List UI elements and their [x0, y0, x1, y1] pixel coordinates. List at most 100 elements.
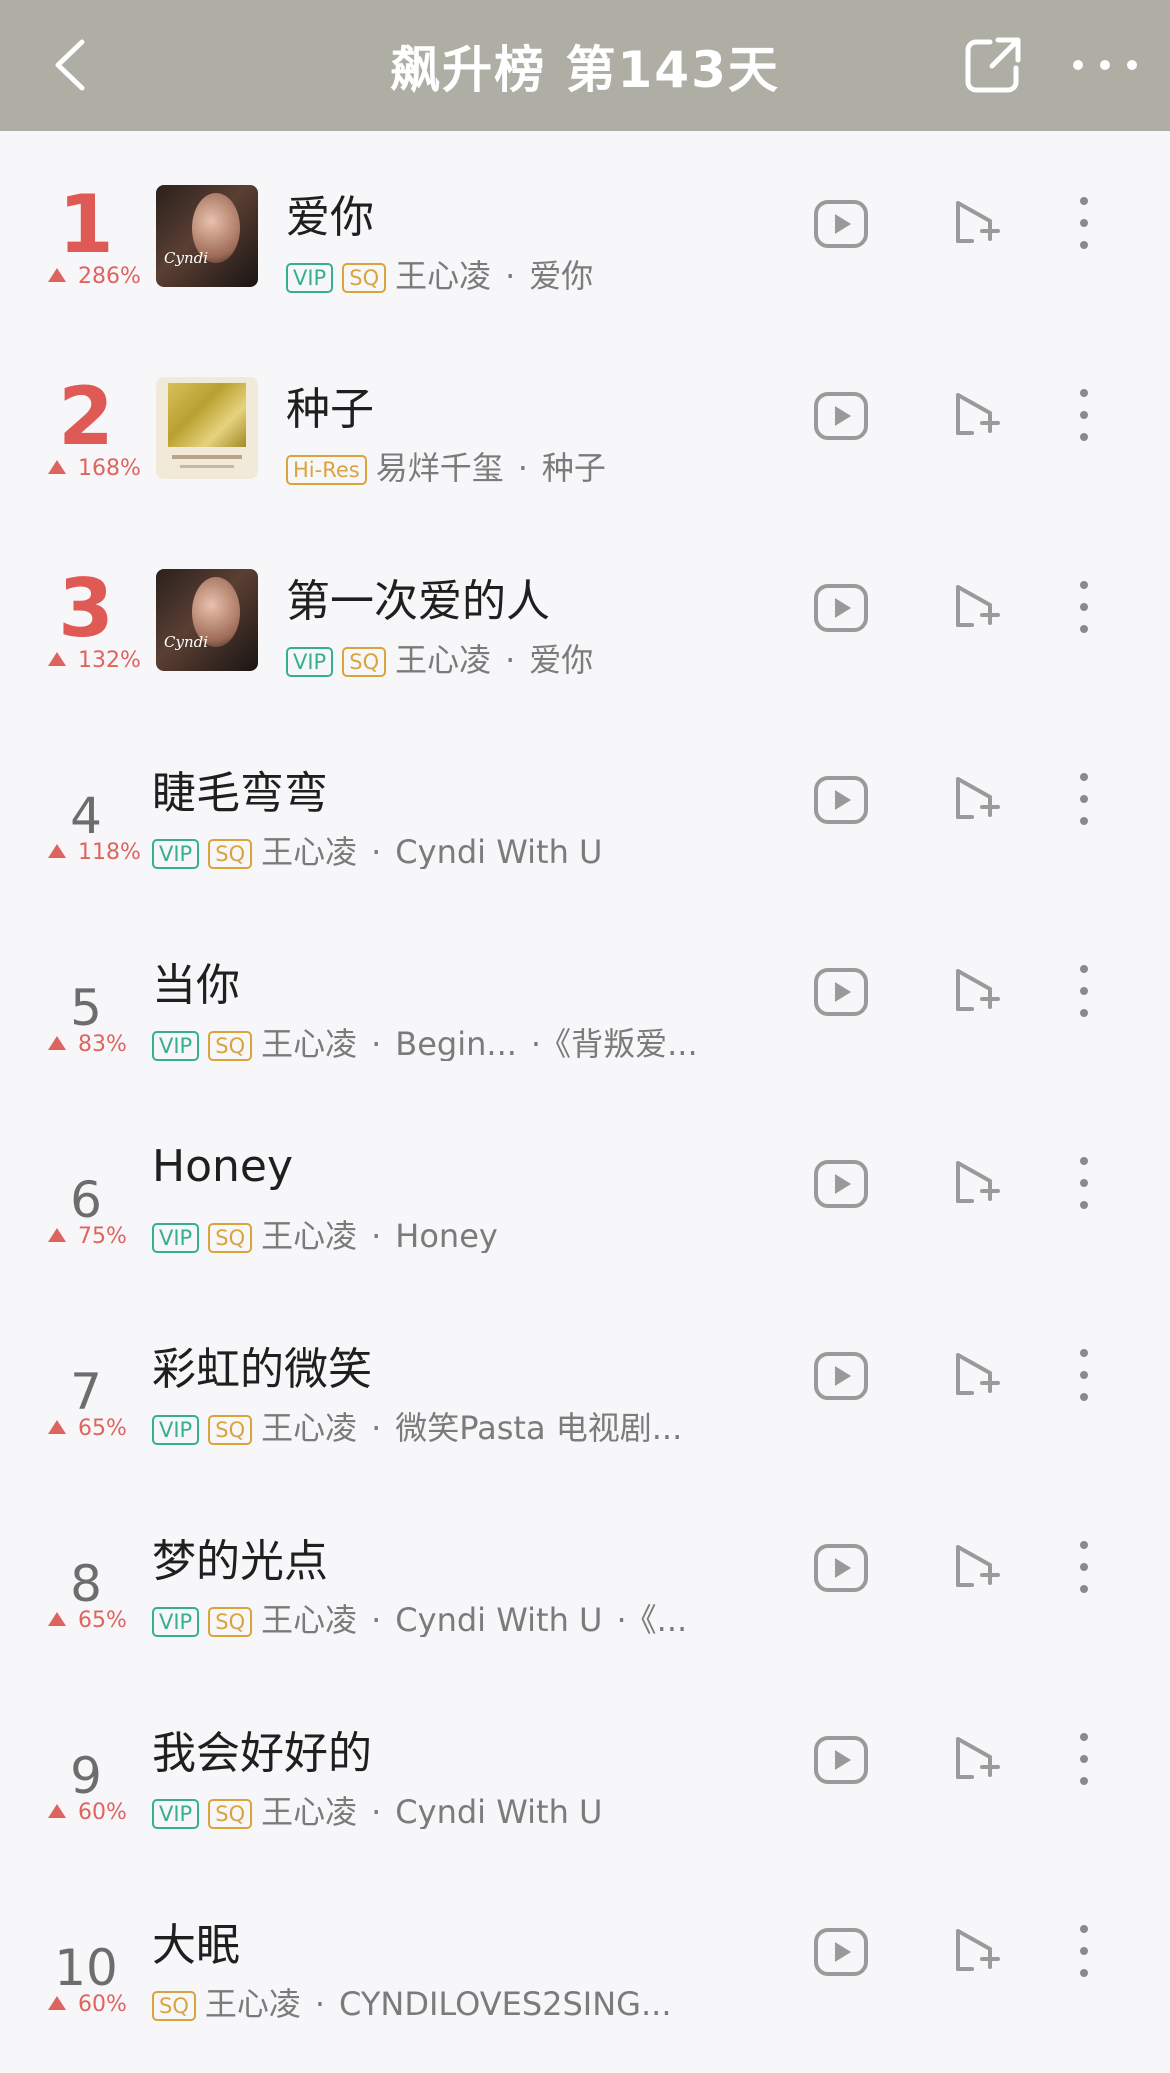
- artist-name[interactable]: 王心凌: [395, 259, 491, 293]
- artist-name[interactable]: 王心凌: [261, 1795, 357, 1829]
- video-play-icon[interactable]: [813, 583, 869, 633]
- artist-name[interactable]: 王心凌: [261, 1027, 357, 1061]
- song-meta: VIP SQ 王心凌 · Begin... · 《背叛爱...: [152, 1027, 800, 1061]
- song-title[interactable]: 彩虹的微笑: [152, 1333, 372, 1397]
- video-play-icon[interactable]: [813, 967, 869, 1017]
- more-vertical-icon[interactable]: [1072, 1345, 1096, 1405]
- rank-number: 10: [54, 1939, 118, 1997]
- change-percent: 286%: [78, 264, 141, 289]
- more-vertical-icon[interactable]: [1072, 1921, 1096, 1981]
- song-title[interactable]: 当你: [152, 949, 240, 1013]
- add-to-playlist-icon[interactable]: [952, 1541, 1000, 1595]
- artist-name[interactable]: 易烊千玺: [376, 451, 504, 485]
- artist-name[interactable]: 王心凌: [261, 1603, 357, 1637]
- video-play-icon[interactable]: [813, 1351, 869, 1401]
- separator: ·: [371, 1027, 382, 1061]
- more-vertical-icon[interactable]: [1072, 769, 1096, 829]
- song-row[interactable]: 3 132% Cyndi 第一次爱的人 VIP SQ 王心凌 · 爱你: [0, 515, 1170, 707]
- add-to-playlist-icon[interactable]: [952, 389, 1000, 443]
- video-play-icon[interactable]: [813, 775, 869, 825]
- artist-name[interactable]: 王心凌: [261, 1411, 357, 1445]
- album-name[interactable]: 种子: [542, 451, 606, 485]
- song-row[interactable]: 7 65% 彩虹的微笑 VIP SQ 王心凌 · 微笑Pasta 电视剧...: [0, 1283, 1170, 1475]
- album-cover[interactable]: Cyndi: [156, 185, 258, 287]
- more-vertical-icon[interactable]: [1072, 1729, 1096, 1789]
- add-to-playlist-icon[interactable]: [952, 1925, 1000, 1979]
- video-play-icon[interactable]: [813, 1543, 869, 1593]
- rank-number: 4: [70, 787, 102, 845]
- song-title[interactable]: 第一次爱的人: [286, 565, 550, 629]
- album-cover[interactable]: [156, 377, 258, 479]
- more-vertical-icon[interactable]: [1072, 1537, 1096, 1597]
- album-name[interactable]: 微笑Pasta 电视剧...: [395, 1411, 682, 1445]
- change-percent: 60%: [78, 1992, 127, 2017]
- song-title[interactable]: 梦的光点: [152, 1525, 328, 1589]
- more-vertical-icon[interactable]: [1072, 193, 1096, 253]
- song-title[interactable]: Honey: [152, 1141, 293, 1192]
- separator: ·: [517, 451, 528, 485]
- album-name[interactable]: Honey: [395, 1219, 498, 1253]
- album-name[interactable]: Cyndi With U: [395, 835, 602, 869]
- album-name[interactable]: Cyndi With U: [395, 1603, 602, 1637]
- video-play-icon[interactable]: [813, 1735, 869, 1785]
- artist-name[interactable]: 王心凌: [261, 1219, 357, 1253]
- share-icon[interactable]: [962, 34, 1024, 96]
- sq-badge: SQ: [342, 263, 387, 293]
- video-play-icon[interactable]: [813, 199, 869, 249]
- more-vertical-icon[interactable]: [1072, 577, 1096, 637]
- rank-number: 3: [58, 562, 114, 655]
- song-row[interactable]: 10 60% 大眠 SQ 王心凌 · CYNDILOVES2SING...: [0, 1859, 1170, 2051]
- song-title[interactable]: 种子: [286, 373, 374, 437]
- hires-badge: Hi-Res: [286, 455, 367, 485]
- video-play-icon[interactable]: [813, 391, 869, 441]
- sq-badge: SQ: [342, 647, 387, 677]
- more-horizontal-icon[interactable]: [1070, 50, 1140, 80]
- artist-name[interactable]: 王心凌: [261, 835, 357, 869]
- album-extra: 《背叛爱...: [555, 1027, 698, 1061]
- change-percent: 168%: [78, 456, 141, 481]
- separator: ·: [530, 1027, 542, 1061]
- song-row[interactable]: 4 118% 睫毛弯弯 VIP SQ 王心凌 · Cyndi With U: [0, 707, 1170, 899]
- add-to-playlist-icon[interactable]: [952, 965, 1000, 1019]
- song-title[interactable]: 大眠: [152, 1909, 240, 1973]
- rank-change: 83%: [48, 1033, 127, 1057]
- song-row[interactable]: 1 286% Cyndi 爱你 VIP SQ 王心凌 · 爱你: [0, 131, 1170, 323]
- album-name[interactable]: CYNDILOVES2SING...: [339, 1987, 671, 2021]
- sq-badge: SQ: [208, 839, 253, 869]
- song-meta: VIP SQ 王心凌 · 微笑Pasta 电视剧...: [152, 1411, 800, 1445]
- video-play-icon[interactable]: [813, 1159, 869, 1209]
- song-row[interactable]: 9 60% 我会好好的 VIP SQ 王心凌 · Cyndi With U: [0, 1667, 1170, 1859]
- add-to-playlist-icon[interactable]: [952, 773, 1000, 827]
- video-play-icon[interactable]: [813, 1927, 869, 1977]
- song-meta: VIP SQ 王心凌 · Cyndi With U: [152, 835, 800, 869]
- separator: ·: [505, 643, 516, 677]
- more-vertical-icon[interactable]: [1072, 1153, 1096, 1213]
- album-name[interactable]: 爱你: [529, 259, 593, 293]
- artist-name[interactable]: 王心凌: [205, 1987, 301, 2021]
- sq-badge: SQ: [208, 1607, 253, 1637]
- song-row[interactable]: 6 75% Honey VIP SQ 王心凌 · Honey: [0, 1091, 1170, 1283]
- song-row[interactable]: 8 65% 梦的光点 VIP SQ 王心凌 · Cyndi With U · 《...: [0, 1475, 1170, 1667]
- album-name[interactable]: Cyndi With U: [395, 1795, 602, 1829]
- add-to-playlist-icon[interactable]: [952, 197, 1000, 251]
- sq-badge: SQ: [152, 1991, 196, 2021]
- album-name[interactable]: Begin...: [395, 1027, 517, 1061]
- add-to-playlist-icon[interactable]: [952, 581, 1000, 635]
- more-vertical-icon[interactable]: [1072, 385, 1096, 445]
- song-row[interactable]: 2 168% 种子 Hi-Res 易烊千玺 · 种子: [0, 323, 1170, 515]
- rank-change: 118%: [48, 841, 141, 865]
- add-to-playlist-icon[interactable]: [952, 1157, 1000, 1211]
- song-title[interactable]: 睫毛弯弯: [152, 757, 328, 821]
- change-percent: 75%: [78, 1224, 127, 1249]
- song-meta: VIP SQ 王心凌 · Honey: [152, 1219, 800, 1253]
- artist-name[interactable]: 王心凌: [395, 643, 491, 677]
- album-cover[interactable]: Cyndi: [156, 569, 258, 671]
- song-title[interactable]: 爱你: [286, 181, 374, 245]
- album-name[interactable]: 爱你: [529, 643, 593, 677]
- song-title[interactable]: 我会好好的: [152, 1717, 372, 1781]
- add-to-playlist-icon[interactable]: [952, 1349, 1000, 1403]
- separator: ·: [616, 1603, 627, 1637]
- more-vertical-icon[interactable]: [1072, 961, 1096, 1021]
- add-to-playlist-icon[interactable]: [952, 1733, 1000, 1787]
- song-row[interactable]: 5 83% 当你 VIP SQ 王心凌 · Begin... · 《背叛爱...: [0, 899, 1170, 1091]
